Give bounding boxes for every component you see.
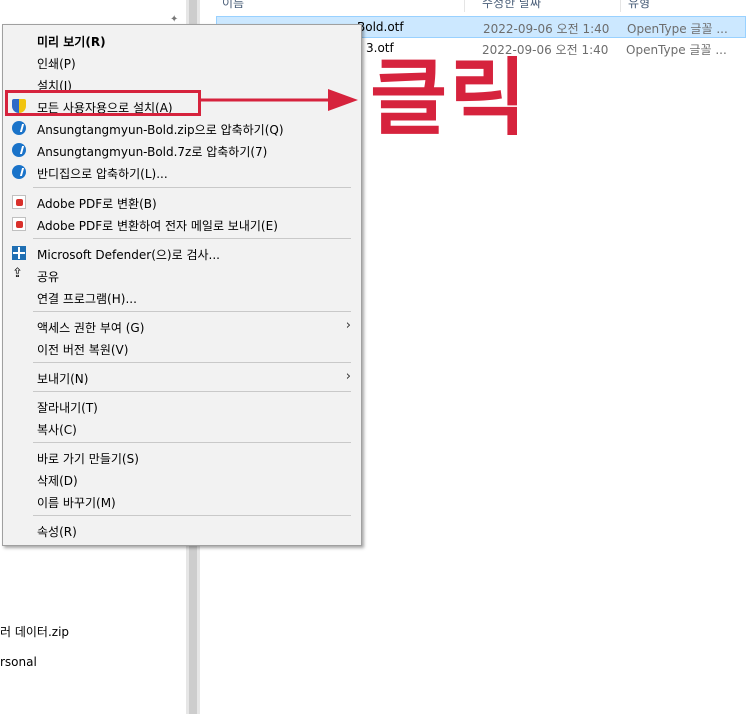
menu-item-label: Adobe PDF로 변환(B) [37,197,157,211]
column-header-date[interactable]: 수정한 날짜 [482,0,541,11]
file-list-header: 이름 수정한 날짜 유형 [200,0,746,12]
menu-item-label: 삭제(D) [37,474,78,488]
menu-item-compress-zip[interactable]: Ansungtangmyun-Bold.zip으로 압축하기(Q) [3,117,361,139]
menu-item-convert-pdf-email[interactable]: Adobe PDF로 변환하여 전자 메일로 보내기(E) [3,213,361,235]
menu-item-label: 연결 프로그램(H)... [37,292,137,306]
menu-item-copy[interactable]: 복사(C) [3,417,361,439]
menu-item-label: 액세스 권한 부여 (G) [37,321,145,335]
highlight-box [5,90,201,116]
pdf-mail-icon [12,217,26,231]
file-date: 2022-09-06 오전 1:40 [483,22,610,36]
menu-separator [33,391,351,392]
menu-item-label: Ansungtangmyun-Bold.zip으로 압축하기(Q) [37,123,284,137]
chevron-right-icon: › [345,318,351,333]
column-header-name[interactable]: 이름 [222,0,244,11]
menu-item-label: 반디집으로 압축하기(L)... [37,167,168,181]
menu-separator [33,442,351,443]
menu-item-label: Adobe PDF로 변환하여 전자 메일로 보내기(E) [37,219,278,233]
menu-item-label: 바로 가기 만들기(S) [37,452,139,466]
nav-item[interactable]: rsonal [0,655,37,669]
annotation-arrow-icon [200,89,358,111]
menu-item-delete[interactable]: 삭제(D) [3,468,361,490]
column-divider[interactable] [620,0,621,12]
menu-item-label: Microsoft Defender(으)로 검사... [37,248,220,262]
menu-item-defender-scan[interactable]: Microsoft Defender(으)로 검사... [3,242,361,264]
menu-item-cut[interactable]: 잘라내기(T) [3,395,361,417]
menu-item-create-shortcut[interactable]: 바로 가기 만들기(S) [3,446,361,468]
share-icon: ⇪ [12,266,23,281]
bandizip-icon [12,121,26,135]
pdf-icon [12,195,26,209]
bandizip-icon [12,165,26,179]
file-type: OpenType 글꼴 ... [627,22,728,36]
menu-item-share[interactable]: ⇪ 공유 [3,264,361,286]
bandizip-icon [12,143,26,157]
menu-item-properties[interactable]: 속성(R) [3,519,361,541]
column-header-type[interactable]: 유형 [628,0,650,11]
menu-item-label: 이름 바꾸기(M) [37,496,116,510]
menu-item-label: 인쇄(P) [37,57,76,71]
file-type: OpenType 글꼴 ... [626,43,727,57]
menu-item-print[interactable]: 인쇄(P) [3,51,361,73]
menu-item-give-access[interactable]: 액세스 권한 부여 (G) › [3,315,361,337]
menu-item-label: 공유 [37,270,60,284]
menu-separator [33,515,351,516]
menu-separator [33,362,351,363]
nav-item[interactable]: 러 데이터.zip [0,623,69,640]
menu-item-label: 미리 보기(R) [37,35,106,49]
menu-item-rename[interactable]: 이름 바꾸기(M) [3,490,361,512]
menu-item-label: 이전 버전 복원(V) [37,343,129,357]
menu-item-label: 잘라내기(T) [37,401,98,415]
menu-item-label: 보내기(N) [37,372,89,386]
menu-separator [33,187,351,188]
click-annotation-text: 클릭 [370,49,529,147]
menu-item-convert-pdf[interactable]: Adobe PDF로 변환(B) [3,191,361,213]
menu-item-restore-versions[interactable]: 이전 버전 복원(V) [3,337,361,359]
column-divider[interactable] [464,0,465,12]
menu-item-send-to[interactable]: 보내기(N) › [3,366,361,388]
menu-separator [33,238,351,239]
menu-separator [33,311,351,312]
menu-item-compress-bandizip[interactable]: 반디집으로 압축하기(L)... [3,161,361,183]
menu-item-compress-7z[interactable]: Ansungtangmyun-Bold.7z로 압축하기(7) [3,139,361,161]
menu-item-label: Ansungtangmyun-Bold.7z로 압축하기(7) [37,145,268,159]
menu-item-label: 복사(C) [37,423,77,437]
menu-item-preview[interactable]: 미리 보기(R) [3,29,361,51]
defender-icon [12,246,26,260]
chevron-right-icon: › [345,369,351,384]
pin-icon: ✦ [170,14,179,25]
menu-item-label: 속성(R) [37,525,77,539]
file-name: Bold.otf [357,20,404,34]
menu-item-open-with[interactable]: 연결 프로그램(H)... [3,286,361,308]
